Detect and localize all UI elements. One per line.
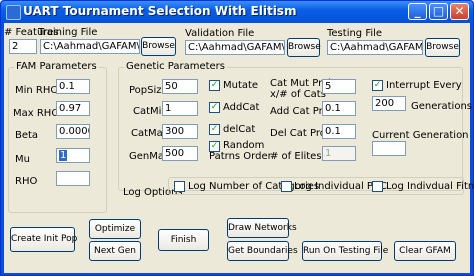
testing-file-input[interactable]: C:\Aahmad\GAFAM\Copy c xyxy=(327,40,423,55)
interrupt-every-checkbox[interactable]: ✓ xyxy=(372,80,383,91)
clear-gfam-button[interactable]: Clear GFAM xyxy=(394,241,456,261)
checkmark-icon: ✓ xyxy=(373,80,382,90)
testing-browse-button[interactable]: Browse xyxy=(425,38,460,57)
min-rho-input[interactable]: 0.1 xyxy=(56,79,90,94)
minimize-icon: _ xyxy=(414,4,421,18)
addcat-checkbox[interactable]: ✓ xyxy=(209,102,220,113)
cat-mut-prob-input[interactable]: 5 xyxy=(322,79,356,94)
close-icon: ✕ xyxy=(454,4,465,18)
mu-input[interactable]: 1 xyxy=(56,148,90,163)
close-button[interactable]: ✕ xyxy=(450,3,469,20)
beta-label: Beta xyxy=(15,130,39,141)
popsize-input[interactable]: 50 xyxy=(162,79,198,94)
client-area: # Features 2 Training File C:\Aahmad\GAF… xyxy=(4,23,474,273)
app-icon xyxy=(6,5,21,20)
log-individual-fitness-checkbox[interactable] xyxy=(372,181,383,192)
mu-label: Mu xyxy=(15,154,30,165)
delcat-checkbox[interactable]: ✓ xyxy=(209,124,220,135)
interrupt-every-label: Interrupt Every xyxy=(386,80,462,91)
validation-file-label: Validation File xyxy=(185,28,255,39)
mutate-label: Mutate xyxy=(223,80,259,91)
testing-file-label: Testing File xyxy=(327,28,383,39)
create-init-pop-button[interactable]: Create Init Pop xyxy=(10,227,77,252)
add-cat-prob-input[interactable]: 0.1 xyxy=(322,101,356,116)
validation-browse-button[interactable]: Browse xyxy=(287,38,321,57)
genetic-parameters-title: Genetic Parameters xyxy=(124,61,228,72)
checkmark-icon: ✓ xyxy=(210,141,219,151)
get-boundaries-button[interactable]: Get Boundaries xyxy=(227,241,298,261)
maximize-icon: □ xyxy=(432,4,445,18)
minimize-button[interactable]: _ xyxy=(408,3,427,20)
addcat-label: AddCat xyxy=(223,102,260,113)
checkmark-icon: ✓ xyxy=(210,80,219,90)
generations-input[interactable]: 200 xyxy=(372,96,406,111)
log-individual-fitness-label: Log Indivdual Fitness xyxy=(386,181,474,192)
checkmark-icon: ✓ xyxy=(210,124,219,134)
app-window: UART Tournament Selection With Elitism _… xyxy=(0,0,474,276)
finish-button[interactable]: Finish xyxy=(158,229,209,251)
validation-file-input[interactable]: C:\Aahmad\GAFAM\Copy c xyxy=(185,40,285,55)
maximize-button[interactable]: □ xyxy=(429,3,448,20)
min-rho-label: Min RHO xyxy=(15,85,59,96)
rho-input[interactable] xyxy=(56,171,90,186)
cat-mut-prob-sublabel: x/# of Cats xyxy=(270,89,326,100)
log-individual-pcc-checkbox[interactable] xyxy=(281,181,292,192)
catmin-input[interactable]: 1 xyxy=(162,101,198,116)
training-file-input[interactable]: C:\Aahmad\GAFAM\Copy c xyxy=(40,39,140,54)
title-bar[interactable]: UART Tournament Selection With Elitism _… xyxy=(1,1,473,23)
run-on-testing-file-button[interactable]: Run On Testing File xyxy=(302,241,388,261)
patterns-order-label: Patrns Order xyxy=(209,151,272,162)
max-rho-input[interactable]: 0.97 xyxy=(56,101,90,116)
max-rho-label: Max RHO xyxy=(13,108,60,119)
next-gen-button[interactable]: Next Gen xyxy=(89,241,141,261)
beta-input[interactable]: 0.000000 xyxy=(56,124,90,139)
log-num-categories-checkbox[interactable] xyxy=(174,181,185,192)
checkmark-icon: ✓ xyxy=(210,102,219,112)
mu-selected-text: 1 xyxy=(59,150,68,161)
draw-networks-button[interactable]: Draw Networks xyxy=(227,218,297,238)
elites-label: # of Elites xyxy=(270,151,322,162)
random-label: Random xyxy=(223,140,265,151)
current-generation-input xyxy=(372,141,406,156)
catmax-input[interactable]: 300 xyxy=(162,124,198,139)
elites-input[interactable]: 1 xyxy=(322,146,356,161)
delcat-label: delCat xyxy=(223,124,256,135)
training-browse-button[interactable]: Browse xyxy=(141,37,176,56)
window-title: UART Tournament Selection With Elitism xyxy=(23,4,297,18)
training-file-label: Training File xyxy=(38,27,98,38)
features-input[interactable]: 2 xyxy=(9,39,37,54)
current-generation-label: Current Generation xyxy=(372,130,469,141)
fam-parameters-title: FAM Parameters xyxy=(14,61,99,72)
generations-label: Generations xyxy=(411,101,472,112)
genmax-input[interactable]: 500 xyxy=(162,146,198,161)
rho-label: RHO xyxy=(15,176,38,187)
optimize-button[interactable]: Optimize xyxy=(89,219,141,239)
mutate-checkbox[interactable]: ✓ xyxy=(209,80,220,91)
del-cat-prob-input[interactable]: 0.1 xyxy=(322,124,356,139)
